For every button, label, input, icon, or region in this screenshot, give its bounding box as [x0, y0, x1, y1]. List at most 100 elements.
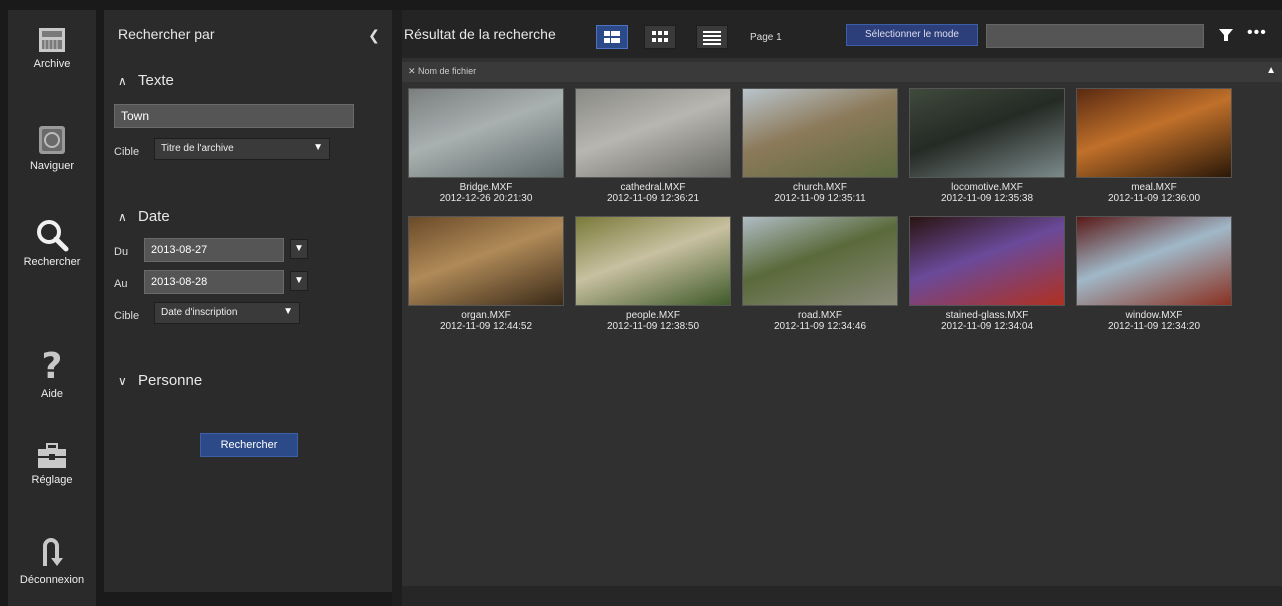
date-from-input[interactable]: 2013-08-27 [144, 238, 284, 262]
date-from-picker-button[interactable]: ▼ [290, 239, 308, 259]
result-caption: window.MXF 2012-11-09 12:34:20 [1076, 310, 1232, 332]
result-caption: organ.MXF 2012-11-09 12:44:52 [408, 310, 564, 332]
filter-icon[interactable] [1218, 27, 1234, 43]
text-section-toggle[interactable]: ∧ Texte [118, 72, 174, 89]
select-mode-button[interactable]: Sélectionner le mode [846, 24, 978, 46]
result-thumbnail[interactable] [1076, 216, 1232, 306]
search-panel: Rechercher par ❮ ∧ Texte Cible Titre de l… [104, 10, 392, 592]
result-thumbnail[interactable] [575, 216, 731, 306]
result-thumbnail[interactable] [575, 88, 731, 178]
text-target-select[interactable]: Titre de l'archive ▼ [154, 138, 330, 160]
result-date: 2012-11-09 12:35:11 [774, 193, 866, 204]
result-date: 2012-11-09 12:38:50 [606, 321, 700, 332]
sort-column-text: Nom de fichier [418, 66, 477, 76]
result-date: 2012-11-09 12:34:04 [940, 321, 1034, 332]
text-target-value: Titre de l'archive [161, 143, 234, 154]
date-target-value: Date d'inscription [161, 307, 238, 318]
nav-item-help[interactable]: ? Aide [8, 346, 96, 400]
svg-text:?: ? [42, 346, 63, 384]
nav-item-archive[interactable]: Archive [8, 26, 96, 70]
result-thumbnail[interactable] [408, 216, 564, 306]
result-thumbnail[interactable] [909, 88, 1065, 178]
result-item[interactable]: locomotive.MXF 2012-11-09 12:35:38 [909, 88, 1065, 204]
nav-label: Déconnexion [19, 574, 85, 586]
date-to-picker-button[interactable]: ▼ [290, 271, 308, 291]
results-filter-input[interactable] [986, 24, 1204, 48]
result-caption: stained-glass.MXF 2012-11-09 12:34:04 [909, 310, 1065, 332]
nav-item-settings[interactable]: Réglage [8, 442, 96, 486]
date-target-select[interactable]: Date d'inscription ▼ [154, 302, 300, 324]
result-thumbnail[interactable] [909, 216, 1065, 306]
nav-item-search[interactable]: Rechercher [8, 218, 96, 268]
result-filename: organ.MXF [461, 310, 511, 321]
result-thumbnail[interactable] [742, 216, 898, 306]
browse-icon [39, 126, 65, 154]
result-caption: meal.MXF 2012-11-09 12:36:00 [1076, 182, 1232, 204]
toolbox-icon [38, 443, 66, 468]
result-item[interactable]: cathedral.MXF 2012-11-09 12:36:21 [575, 88, 731, 204]
chevron-down-icon: ∨ [118, 374, 127, 388]
result-date: 2012-11-09 12:34:20 [1107, 321, 1201, 332]
result-date: 2012-11-09 12:36:21 [606, 193, 700, 204]
more-options-icon[interactable]: ••• [1247, 24, 1267, 42]
result-caption: road.MXF 2012-11-09 12:34:46 [742, 310, 898, 332]
result-item[interactable]: meal.MXF 2012-11-09 12:36:00 [1076, 88, 1232, 204]
result-thumbnail[interactable] [1076, 88, 1232, 178]
result-caption: Bridge.MXF 2012-12-26 20:21:30 [408, 182, 564, 204]
dropdown-arrow-icon: ▼ [294, 275, 304, 286]
dropdown-arrow-icon: ▼ [294, 243, 304, 254]
nav-label: Rechercher [23, 256, 81, 268]
result-date: 2012-11-09 12:35:38 [940, 193, 1034, 204]
nav-divider [96, 10, 104, 606]
view-thumbnail-grid-button[interactable] [644, 25, 676, 49]
result-filename: meal.MXF [1131, 182, 1177, 193]
date-to-input[interactable]: 2013-08-28 [144, 270, 284, 294]
result-item[interactable]: window.MXF 2012-11-09 12:34:20 [1076, 216, 1232, 332]
result-item[interactable]: people.MXF 2012-11-09 12:38:50 [575, 216, 731, 332]
list-icon [703, 31, 721, 45]
result-filename: stained-glass.MXF [945, 310, 1029, 321]
sort-column-label: ✕ Nom de fichier [408, 66, 477, 76]
sort-bar[interactable]: ✕ Nom de fichier ▲ [402, 62, 1282, 82]
nav-label: Naviguer [29, 160, 75, 172]
date-to-label: Au [114, 278, 128, 290]
view-detail-grid-button[interactable] [596, 25, 628, 49]
main-nav: Archive Naviguer Rechercher ? Aide Régla… [8, 10, 96, 606]
text-target-label: Cible [114, 146, 140, 158]
detail-grid-icon [604, 31, 620, 43]
results-toolbar: Résultat de la recherche Page 1 Sélectio… [402, 10, 1282, 58]
help-icon: ? [42, 346, 63, 384]
result-filename: Bridge.MXF [459, 182, 513, 193]
search-button[interactable]: Rechercher [200, 433, 298, 457]
collapse-panel-button[interactable]: ❮ [367, 28, 381, 42]
result-date: 2012-11-09 12:34:46 [773, 321, 867, 332]
nav-item-browse[interactable]: Naviguer [8, 124, 96, 172]
logout-icon [43, 538, 63, 566]
result-item[interactable]: organ.MXF 2012-11-09 12:44:52 [408, 216, 564, 332]
result-item[interactable]: road.MXF 2012-11-09 12:34:46 [742, 216, 898, 332]
panel-title: Rechercher par [118, 26, 215, 42]
result-thumbnail[interactable] [742, 88, 898, 178]
nav-item-logout[interactable]: Déconnexion [8, 536, 96, 586]
result-item[interactable]: church.MXF 2012-11-09 12:35:11 [742, 88, 898, 204]
view-list-button[interactable] [696, 25, 728, 49]
thumbnail-grid-icon [652, 31, 668, 42]
date-target-label: Cible [114, 310, 140, 322]
result-caption: people.MXF 2012-11-09 12:38:50 [575, 310, 731, 332]
dropdown-arrow-icon: ▼ [313, 142, 323, 153]
result-item[interactable]: Bridge.MXF 2012-12-26 20:21:30 [408, 88, 564, 204]
result-filename: road.MXF [798, 310, 842, 321]
result-date: 2012-12-26 20:21:30 [439, 193, 533, 204]
result-filename: people.MXF [626, 310, 680, 321]
text-search-input[interactable] [114, 104, 354, 128]
person-section-toggle[interactable]: ∨ Personne [118, 372, 202, 389]
result-caption: locomotive.MXF 2012-11-09 12:35:38 [909, 182, 1065, 204]
result-thumbnail[interactable] [408, 88, 564, 178]
result-caption: church.MXF 2012-11-09 12:35:11 [742, 182, 898, 204]
date-section-toggle[interactable]: ∧ Date [118, 208, 170, 225]
page-label: Page 1 [750, 32, 782, 43]
result-filename: window.MXF [1125, 310, 1183, 321]
sort-ascending-icon: ▲ [1266, 65, 1276, 76]
result-item[interactable]: stained-glass.MXF 2012-11-09 12:34:04 [909, 216, 1065, 332]
result-filename: church.MXF [793, 182, 847, 193]
